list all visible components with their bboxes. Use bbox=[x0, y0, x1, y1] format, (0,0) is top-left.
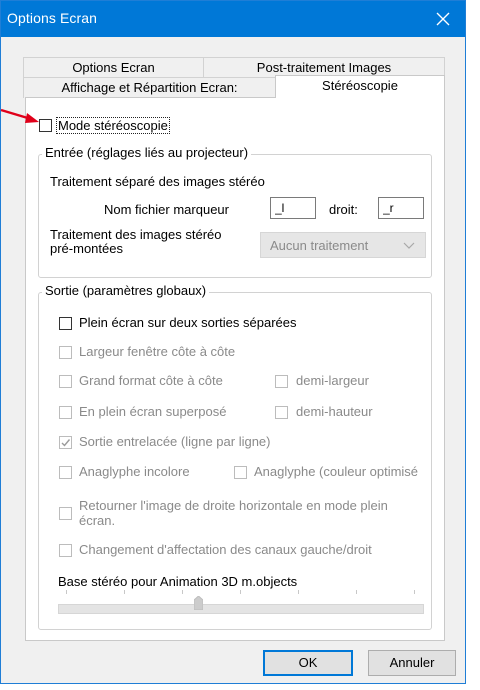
stereo-mode-label: Mode stéréoscopie bbox=[56, 117, 170, 134]
title-bar: Options Ecran bbox=[1, 1, 465, 37]
input-group bbox=[38, 154, 432, 278]
right-label: droit: bbox=[329, 202, 358, 217]
marker-left-input[interactable] bbox=[270, 197, 316, 219]
anaglyph-colorless-label: Anaglyphe incolore bbox=[79, 464, 190, 479]
fullscreen-two-outputs-label: Plein écran sur deux sorties séparées bbox=[79, 315, 297, 330]
flip-right-checkbox[interactable] bbox=[59, 507, 72, 520]
anaglyph-optimized-label: Anaglyphe (couleur optimisé bbox=[254, 464, 419, 479]
half-width-checkbox[interactable] bbox=[275, 375, 288, 388]
cancel-button[interactable]: Annuler bbox=[368, 650, 456, 676]
swap-channels-label: Changement d'affectation des canaux gauc… bbox=[79, 542, 372, 557]
input-group-legend: Entrée (réglages liés au projecteur) bbox=[42, 145, 252, 160]
anaglyph-colorless-checkbox[interactable] bbox=[59, 466, 72, 479]
tab-label: Affichage et Répartition Ecran: bbox=[61, 80, 238, 95]
premounted-label-2: pré-montées bbox=[50, 241, 123, 256]
close-icon bbox=[436, 12, 450, 26]
half-height-label: demi-hauteur bbox=[296, 404, 373, 419]
separate-processing-label: Traitement séparé des images stéréo bbox=[50, 174, 265, 189]
half-width-label: demi-largeur bbox=[296, 373, 369, 388]
premounted-select-value: Aucun traitement bbox=[270, 238, 369, 253]
tab-affichage[interactable]: Affichage et Répartition Ecran: bbox=[23, 77, 275, 98]
window-title: Options Ecran bbox=[7, 10, 98, 26]
chevron-down-icon bbox=[403, 242, 415, 249]
large-format-label: Grand format côte à côte bbox=[79, 373, 223, 388]
ok-button-label: OK bbox=[298, 655, 318, 670]
marker-right-input[interactable] bbox=[378, 197, 424, 219]
slider-ticks bbox=[58, 588, 424, 596]
options-dialog: Options Ecran Options Ecran Post-traitem… bbox=[0, 0, 466, 684]
premounted-select[interactable]: Aucun traitement bbox=[260, 232, 426, 258]
ok-button[interactable]: OK bbox=[263, 650, 353, 676]
fullscreen-two-outputs-checkbox[interactable] bbox=[59, 317, 72, 330]
side-width-checkbox[interactable] bbox=[59, 346, 72, 359]
half-height-checkbox[interactable] bbox=[275, 406, 288, 419]
interlaced-label: Sortie entrelacée (ligne par ligne) bbox=[79, 434, 271, 449]
tab-stereoscopie[interactable]: Stéréoscopie bbox=[275, 75, 445, 98]
stereo-base-slider[interactable] bbox=[58, 588, 424, 618]
stereo-mode-checkbox[interactable] bbox=[39, 119, 52, 132]
slider-thumb-icon bbox=[193, 595, 204, 611]
fullscreen-overlay-label: En plein écran superposé bbox=[79, 404, 227, 419]
flip-right-label-1: Retourner l'image de droite horizontale … bbox=[79, 498, 388, 513]
slider-thumb[interactable] bbox=[193, 595, 204, 611]
tab-post-traitement[interactable]: Post-traitement Images bbox=[203, 57, 445, 77]
fullscreen-overlay-checkbox[interactable] bbox=[59, 406, 72, 419]
tab-panel-stereoscopie: Mode stéréoscopie Entrée (réglages liés … bbox=[25, 97, 445, 641]
interlaced-checkbox[interactable] bbox=[59, 436, 72, 449]
side-width-label: Largeur fenêtre côte à côte bbox=[79, 344, 236, 359]
stereo-base-label: Base stéréo pour Animation 3D m.objects bbox=[58, 574, 298, 589]
flip-right-label-2: écran. bbox=[79, 513, 116, 528]
large-format-checkbox[interactable] bbox=[59, 375, 72, 388]
premounted-label-1: Traitement des images stéréo bbox=[50, 227, 222, 242]
output-group-legend: Sortie (paramètres globaux) bbox=[42, 283, 210, 298]
cancel-button-label: Annuler bbox=[389, 655, 435, 670]
tab-label: Post-traitement Images bbox=[256, 60, 392, 75]
anaglyph-optimized-checkbox[interactable] bbox=[234, 466, 247, 479]
checkmark-icon bbox=[61, 439, 71, 447]
swap-channels-checkbox[interactable] bbox=[59, 544, 72, 557]
close-button[interactable] bbox=[421, 1, 465, 37]
tab-options-ecran[interactable]: Options Ecran bbox=[23, 57, 203, 77]
marker-filename-label: Nom fichier marqueur bbox=[104, 202, 229, 217]
slider-track bbox=[58, 604, 424, 614]
tab-label: Options Ecran bbox=[72, 60, 155, 75]
tab-label: Stéréoscopie bbox=[322, 78, 398, 93]
